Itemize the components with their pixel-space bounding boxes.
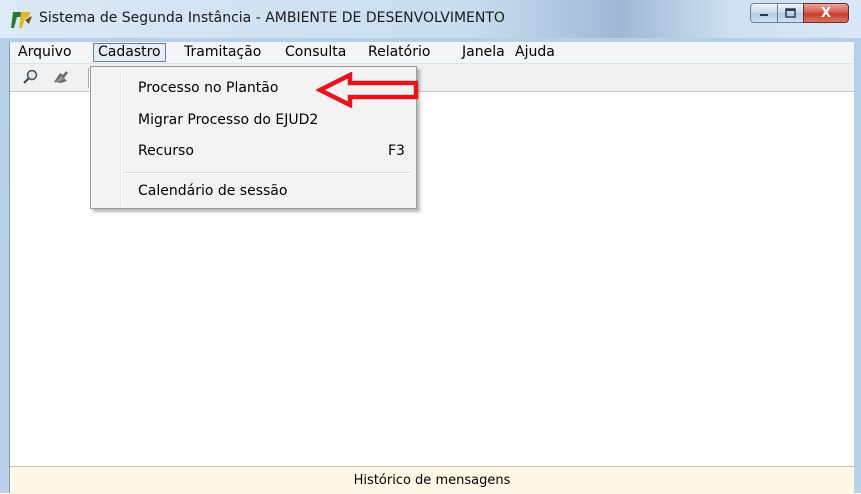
menu-item-calendario-sessao[interactable]: Calendário de sessão	[94, 178, 413, 204]
close-icon: X	[820, 5, 832, 21]
title-bar[interactable]: Sistema de Segunda Instância - AMBIENTE …	[0, 0, 861, 38]
red-arrow-annotation-icon	[316, 72, 419, 108]
menu-consulta[interactable]: Consulta	[281, 43, 350, 62]
menu-item-migrar-processo[interactable]: Migrar Processo do EJUD2	[94, 107, 413, 133]
message-history-bar[interactable]: Histórico de mensagens	[10, 466, 854, 494]
menu-tramitacao[interactable]: Tramitação	[180, 43, 265, 62]
menu-bar: Arquivo Cadastro Tramitação Consulta Rel…	[10, 42, 854, 64]
menu-item-label: Migrar Processo do EJUD2	[138, 112, 319, 128]
menu-item-label: Recurso	[138, 143, 194, 159]
minimize-button[interactable]	[750, 3, 777, 23]
menu-janela[interactable]: Janela	[458, 43, 509, 62]
menu-item-recurso[interactable]: Recurso F3	[94, 138, 413, 164]
close-button[interactable]: X	[803, 3, 849, 23]
menu-separator	[124, 172, 410, 174]
menu-ajuda[interactable]: Ajuda	[511, 43, 559, 62]
maximize-button[interactable]	[777, 3, 803, 23]
app-logo-icon	[11, 12, 32, 28]
maximize-icon	[785, 8, 796, 18]
menu-item-label: Calendário de sessão	[138, 183, 288, 199]
menu-item-label: Processo no Plantão	[138, 80, 279, 96]
menu-cadastro[interactable]: Cadastro	[93, 43, 166, 62]
settings-tool-icon[interactable]	[52, 69, 70, 85]
app-window: Sistema de Segunda Instância - AMBIENTE …	[0, 0, 861, 494]
search-tool-icon[interactable]	[22, 69, 40, 85]
menu-item-shortcut: F3	[388, 143, 405, 159]
minimize-icon	[760, 14, 768, 16]
window-controls: X	[750, 3, 849, 24]
menu-relatorio[interactable]: Relatório	[364, 43, 434, 62]
menu-arquivo[interactable]: Arquivo	[14, 43, 76, 62]
window-title: Sistema de Segunda Instância - AMBIENTE …	[39, 10, 505, 26]
